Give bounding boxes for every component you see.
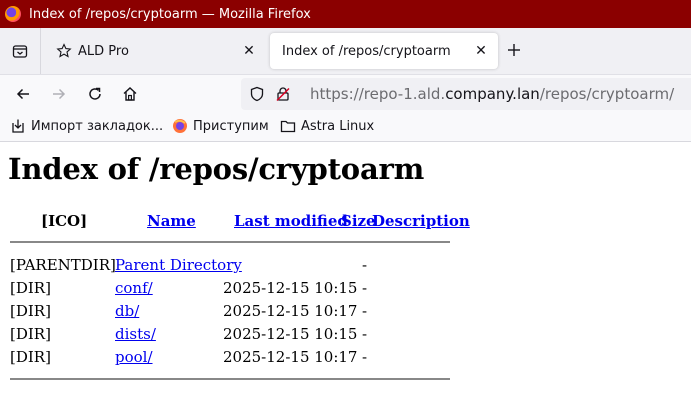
table-row: [DIR] dists/ 2025-12-15 10:15 - bbox=[0, 325, 500, 347]
row-modified: 2025-12-15 10:15 bbox=[223, 279, 358, 297]
url-prefix: https://repo-1.ald. bbox=[310, 85, 446, 103]
sort-by-name-link[interactable]: Name bbox=[147, 212, 196, 230]
tab-label: ALD Pro bbox=[78, 43, 129, 59]
tab-bar: ALD Pro ✕ Index of /repos/cryptoarm ✕ bbox=[0, 28, 691, 75]
table-row: [DIR] conf/ 2025-12-15 10:15 - bbox=[0, 279, 500, 301]
insecure-lock-icon[interactable] bbox=[275, 86, 293, 102]
bookmark-label: Astra Linux bbox=[301, 118, 375, 134]
row-name: conf/ bbox=[115, 279, 153, 297]
pool-link[interactable]: pool/ bbox=[115, 348, 153, 366]
bookmarks-toolbar: Импорт закладок... Приступим Astra Linux bbox=[0, 112, 691, 142]
home-button[interactable] bbox=[117, 81, 143, 107]
divider-bottom bbox=[10, 378, 450, 380]
reload-icon bbox=[89, 87, 101, 100]
navigation-bar: https://repo-1.ald.company.lan/repos/cry… bbox=[0, 75, 691, 112]
row-icon-text: [DIR] bbox=[10, 302, 51, 320]
bookmark-folder-astra-linux[interactable]: Astra Linux bbox=[280, 118, 374, 134]
row-icon-text: [PARENTDIR] bbox=[10, 256, 116, 274]
conf-link[interactable]: conf/ bbox=[115, 279, 153, 297]
row-icon-text: [DIR] bbox=[10, 279, 51, 297]
close-tab-icon[interactable]: ✕ bbox=[470, 40, 492, 62]
column-header-size: Size bbox=[341, 212, 376, 230]
import-icon bbox=[10, 118, 26, 134]
tab-list-icon bbox=[12, 45, 28, 58]
column-header-name: Name bbox=[147, 212, 196, 230]
star-icon bbox=[56, 43, 72, 59]
arrow-left-icon bbox=[16, 88, 29, 100]
row-size: - bbox=[362, 256, 368, 274]
window-titlebar: Index of /repos/cryptoarm — Mozilla Fire… bbox=[0, 0, 691, 28]
table-row: [DIR] db/ 2025-12-15 10:17 - bbox=[0, 302, 500, 324]
row-name: db/ bbox=[115, 302, 139, 320]
url-text: https://repo-1.ald.company.lan/repos/cry… bbox=[310, 85, 674, 103]
row-modified: 2025-12-15 10:15 bbox=[223, 325, 358, 343]
column-header-last-modified: Last modified bbox=[234, 212, 348, 230]
table-row: [PARENTDIR] Parent Directory - bbox=[0, 256, 500, 278]
tab-index-cryptoarm[interactable]: Index of /repos/cryptoarm ✕ bbox=[270, 33, 498, 69]
divider-top bbox=[10, 241, 450, 243]
new-tab-button[interactable] bbox=[502, 38, 526, 62]
row-icon-text: [DIR] bbox=[10, 325, 51, 343]
row-modified: 2025-12-15 10:17 bbox=[223, 302, 358, 320]
address-bar[interactable]: https://repo-1.ald.company.lan/repos/cry… bbox=[241, 78, 691, 110]
tab-label: Index of /repos/cryptoarm bbox=[282, 43, 451, 59]
bookmark-getting-started[interactable]: Приступим bbox=[172, 118, 269, 134]
list-all-tabs-button[interactable] bbox=[0, 28, 41, 74]
row-size: - bbox=[362, 348, 368, 366]
plus-icon bbox=[508, 44, 520, 56]
row-size: - bbox=[362, 325, 368, 343]
row-modified: 2025-12-15 10:17 bbox=[223, 348, 358, 366]
sort-by-description-link[interactable]: Description bbox=[372, 212, 470, 230]
sort-by-size-link[interactable]: Size bbox=[341, 212, 376, 230]
folder-icon bbox=[280, 118, 296, 134]
url-path: /repos/cryptoarm/ bbox=[539, 85, 675, 103]
row-size: - bbox=[362, 279, 368, 297]
arrow-right-icon bbox=[53, 88, 66, 100]
page-content: Index of /repos/cryptoarm [ICO] Name Las… bbox=[0, 142, 691, 398]
row-size: - bbox=[362, 302, 368, 320]
back-button[interactable] bbox=[10, 81, 36, 107]
sort-by-modified-link[interactable]: Last modified bbox=[234, 212, 348, 230]
tab-ald-pro[interactable]: ALD Pro ✕ bbox=[46, 33, 266, 69]
row-name: Parent Directory bbox=[115, 256, 242, 274]
row-name: pool/ bbox=[115, 348, 153, 366]
bookmark-label: Приступим bbox=[193, 118, 269, 134]
home-icon bbox=[123, 87, 137, 101]
page-heading: Index of /repos/cryptoarm bbox=[8, 152, 425, 186]
dists-link[interactable]: dists/ bbox=[115, 325, 156, 343]
firefox-icon bbox=[172, 118, 188, 134]
url-host: company.lan bbox=[445, 85, 540, 103]
firefox-logo-icon bbox=[5, 6, 21, 22]
table-row: [DIR] pool/ 2025-12-15 10:17 - bbox=[0, 348, 500, 370]
reload-button[interactable] bbox=[82, 81, 108, 107]
column-header-description: Description bbox=[372, 212, 470, 230]
close-tab-icon[interactable]: ✕ bbox=[238, 40, 260, 62]
window-title: Index of /repos/cryptoarm — Mozilla Fire… bbox=[29, 6, 311, 22]
row-name: dists/ bbox=[115, 325, 156, 343]
bookmark-import[interactable]: Импорт закладок... bbox=[10, 118, 163, 134]
db-link[interactable]: db/ bbox=[115, 302, 139, 320]
bookmark-label: Импорт закладок... bbox=[31, 118, 164, 134]
column-header-ico: [ICO] bbox=[41, 212, 88, 230]
tracking-protection-icon[interactable] bbox=[249, 86, 267, 102]
forward-button[interactable] bbox=[46, 81, 72, 107]
parent-directory-link[interactable]: Parent Directory bbox=[115, 256, 242, 274]
row-icon-text: [DIR] bbox=[10, 348, 51, 366]
